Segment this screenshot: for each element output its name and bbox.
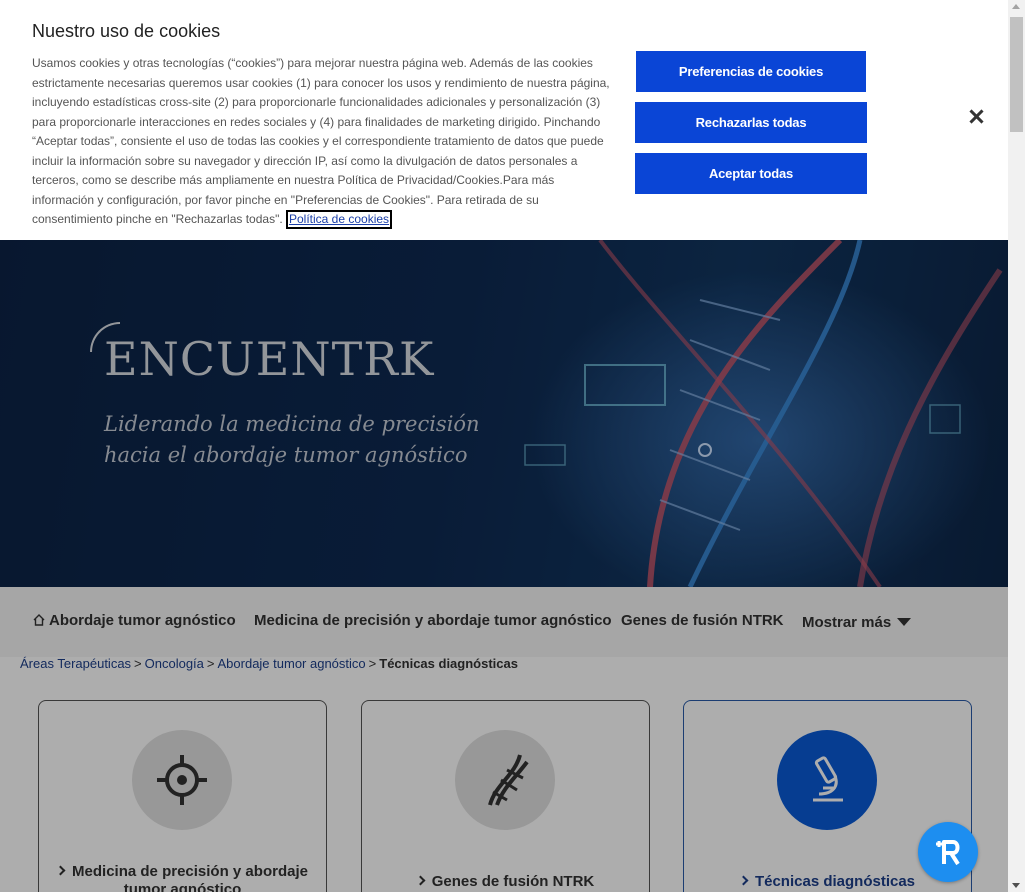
- card-medicina-precision[interactable]: Medicina de precisión y abordaje tumor a…: [38, 700, 327, 892]
- breadcrumb-separator: >: [206, 656, 215, 671]
- breadcrumb: Áreas Terapéuticas > Oncología > Abordaje tu…: [20, 656, 518, 671]
- card-label: Medicina de precisión y abordaje tumor a…: [39, 863, 326, 892]
- cookie-banner-title: Nuestro uso de cookies: [32, 21, 221, 41]
- microscope-icon: [813, 756, 843, 802]
- scrollbar-thumb[interactable]: [1010, 17, 1023, 132]
- chat-bot-icon: [936, 840, 960, 866]
- nav-item-medicina[interactable]: Medicina de precisión y abordaje tumor a…: [254, 612, 612, 629]
- cookie-preferences-button[interactable]: Preferencias de cookies: [636, 51, 866, 92]
- card-icon-circle: [132, 730, 232, 830]
- nav-item-abordaje[interactable]: Abordaje tumor agnóstico: [33, 612, 236, 629]
- breadcrumb-current: Técnicas diagnósticas: [379, 656, 518, 671]
- hero-tagline-line2: hacia el abordaje tumor agnóstico: [104, 443, 468, 467]
- dna-icon: [488, 754, 529, 806]
- nav-more-label: Mostrar más: [802, 614, 892, 631]
- cookie-reject-button[interactable]: Rechazarlas todas: [635, 102, 867, 143]
- scrollbar[interactable]: [1008, 0, 1025, 892]
- chevron-right-icon: [738, 875, 749, 886]
- close-icon[interactable]: [965, 106, 987, 128]
- breadcrumb-separator: >: [368, 656, 377, 671]
- breadcrumb-link-oncologia[interactable]: Oncología: [145, 656, 204, 671]
- crosshair-icon: [157, 755, 207, 805]
- caret-down-icon: [897, 618, 912, 626]
- card-icon-circle: [777, 730, 877, 830]
- breadcrumb-separator: >: [134, 656, 142, 671]
- card-label: Genes de fusión NTRK: [362, 873, 649, 891]
- cookie-banner: Nuestro uso de cookies Usamos cookies y …: [0, 0, 1008, 240]
- breadcrumb-link-abordaje[interactable]: Abordaje tumor agnóstico: [218, 656, 366, 671]
- cookie-banner-text: Usamos cookies y otras tecnologías (“coo…: [32, 54, 612, 230]
- hero-banner: ENCUENTRK Liderando la medicina de preci…: [0, 240, 1008, 587]
- cookie-accept-button[interactable]: Aceptar todas: [635, 153, 867, 194]
- nav-more-button[interactable]: Mostrar más: [802, 614, 912, 631]
- page: ENCUENTRK Liderando la medicina de preci…: [0, 0, 1008, 892]
- hero-tagline-line1: Liderando la medicina de precisión: [104, 412, 480, 436]
- encuentrk-logo: ENCUENTRK: [90, 322, 434, 386]
- card-icon-circle: [455, 730, 555, 830]
- scroll-up-icon[interactable]: [1012, 4, 1020, 9]
- chat-widget-button[interactable]: [918, 822, 978, 882]
- chevron-right-icon: [55, 865, 66, 876]
- nav-item-label: Abordaje tumor agnóstico: [49, 612, 236, 629]
- card-label: Técnicas diagnósticas: [684, 873, 971, 891]
- card-genes-fusion[interactable]: Genes de fusión NTRK: [361, 700, 650, 892]
- breadcrumb-link-areas[interactable]: Áreas Terapéuticas: [20, 656, 131, 671]
- chevron-right-icon: [415, 875, 426, 886]
- home-icon: [33, 614, 45, 626]
- cookie-policy-link[interactable]: Política de cookies: [286, 210, 393, 229]
- scroll-down-icon[interactable]: [1012, 883, 1020, 888]
- section-nav: Abordaje tumor agnóstico Medicina de pre…: [0, 587, 1008, 657]
- nav-item-genes[interactable]: Genes de fusión NTRK: [621, 612, 784, 629]
